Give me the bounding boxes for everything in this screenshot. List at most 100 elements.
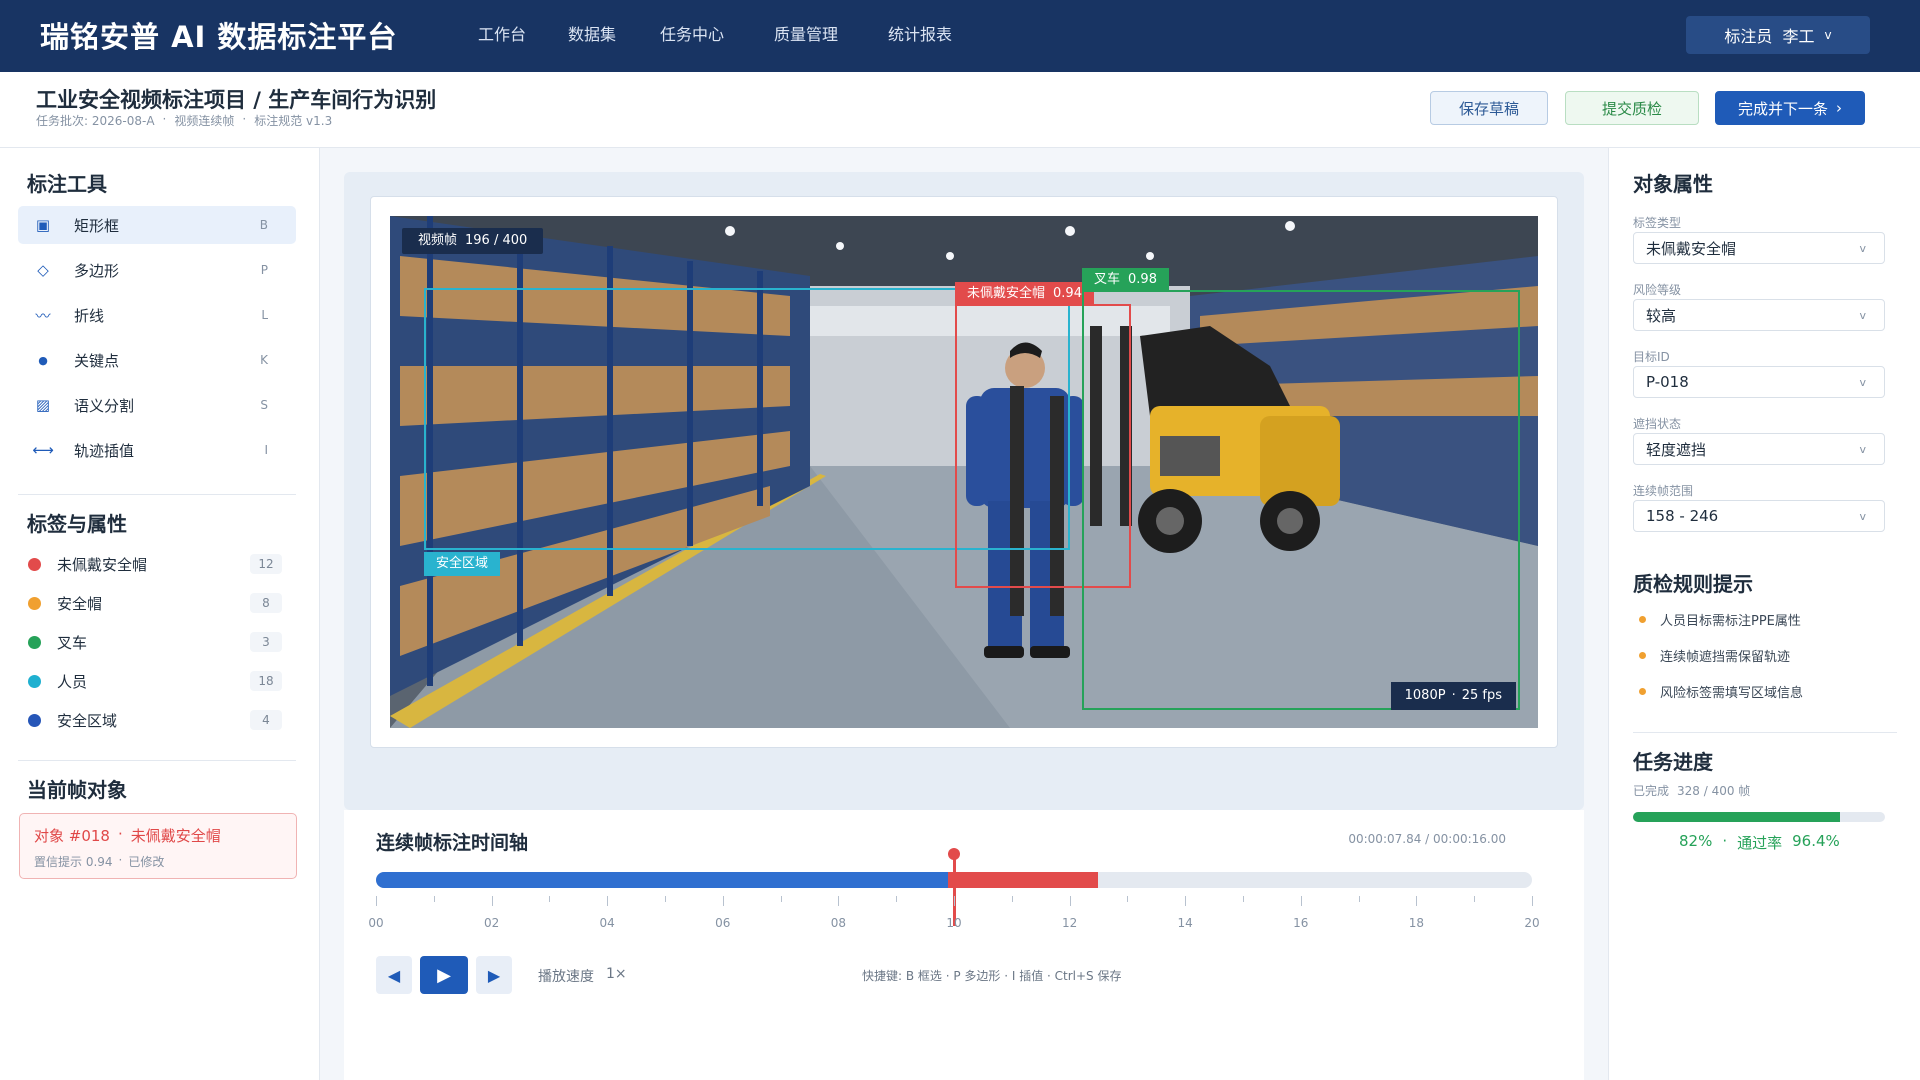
chevron-down-icon: v <box>1859 308 1866 322</box>
progress-bar <box>1633 812 1885 822</box>
timeline-minor-tick <box>1011 896 1013 902</box>
video-frame[interactable]: 安全区域 未佩戴安全帽 0.94 叉车 0.98 视频帧 196 / 400 1… <box>390 216 1538 728</box>
tool-interpolation[interactable]: ⟷ 轨迹插值 I <box>18 431 296 469</box>
select-value: 158 - 246 <box>1646 507 1719 525</box>
nav-item-quality[interactable]: 质量管理 <box>774 0 888 72</box>
timeline-tick-label: 14 <box>1177 916 1193 930</box>
object-id: 对象 #018 <box>34 827 110 845</box>
tool-keypoint[interactable]: ● 关键点 K <box>18 341 296 379</box>
bbox-forklift[interactable]: 叉车 0.98 <box>1082 268 1520 710</box>
user-name: 李工 <box>1782 27 1815 46</box>
timeline-minor-tick <box>665 896 666 902</box>
divider <box>18 494 296 495</box>
tool-shortcut: L <box>261 308 268 322</box>
nav-item-datasets[interactable]: 数据集 <box>568 0 660 72</box>
field-label-frame-range: 连续帧范围 <box>1633 484 1694 498</box>
complete-next-button[interactable]: 完成并下一条 › <box>1715 91 1865 125</box>
nav-item-task-center[interactable]: 任务中心 <box>660 0 774 72</box>
select-frame-range[interactable]: 158 - 246 v <box>1633 500 1885 532</box>
bbox-score: 0.94 <box>1053 286 1082 301</box>
nav-item-reports[interactable]: 统计报表 <box>888 0 988 72</box>
progress-subtitle: 已完成 328 / 400 帧 <box>1633 782 1750 799</box>
timeline-minor-tick <box>1243 896 1244 902</box>
play-button[interactable]: ▶ <box>420 956 468 994</box>
user-menu-button[interactable]: 标注员 李工 v <box>1686 16 1870 54</box>
rectangle-icon: ▣ <box>35 216 51 234</box>
playhead-handle[interactable] <box>948 848 960 860</box>
timeline-tick <box>1185 896 1187 906</box>
rule-item: 风险标签需填写区域信息 <box>1633 682 1803 701</box>
tag-no-helmet[interactable]: 未佩戴安全帽 12 <box>18 548 296 580</box>
field-label-tag-type: 标签类型 <box>1633 216 1682 230</box>
bbox-label: 安全区域 <box>424 552 501 576</box>
select-tag-type[interactable]: 未佩戴安全帽 v <box>1633 232 1885 264</box>
brand-logo: 瑞铭安普 AI 数据标注平台 <box>40 20 398 54</box>
nav-item-workbench[interactable]: 工作台 <box>478 0 568 72</box>
prev-frame-button[interactable]: ◀ <box>376 956 412 994</box>
submit-qc-button[interactable]: 提交质检 <box>1565 91 1699 125</box>
select-occlusion[interactable]: 轻度遮挡 v <box>1633 433 1885 465</box>
select-risk-level[interactable]: 较高 v <box>1633 299 1885 331</box>
progress-done-label: 已完成 <box>1633 784 1670 798</box>
select-value: 较高 <box>1646 306 1677 325</box>
tag-forklift[interactable]: 叉车 3 <box>18 626 296 658</box>
playback-speed[interactable]: 播放速度 1× <box>538 966 627 986</box>
tag-helmet[interactable]: 安全帽 8 <box>18 587 296 619</box>
select-target-id[interactable]: P-018 v <box>1633 366 1885 398</box>
timeline-tick <box>376 896 377 906</box>
tag-person[interactable]: 人员 18 <box>18 665 296 697</box>
timeline-tick <box>1532 896 1533 906</box>
meta-sep: · <box>162 112 167 126</box>
tool-label: 折线 <box>74 306 105 325</box>
tag-safety-zone[interactable]: 安全区域 4 <box>18 704 296 736</box>
left-panel: 标注工具 ▣ 矩形框 B ◇ 多边形 P 〰 折线 L ● 关键点 K ▨ 语义… <box>0 148 320 1080</box>
top-navbar: 瑞铭安普 AI 数据标注平台 工作台 数据集 任务中心 质量管理 统计报表 标注… <box>0 0 1920 72</box>
timeline-minor-tick <box>1358 896 1360 902</box>
pass-rate-label: 通过率 <box>1737 834 1783 852</box>
tool-shortcut: P <box>260 263 268 277</box>
object-sep: · <box>117 825 123 843</box>
next-icon: ▶ <box>487 965 501 985</box>
frame-label: 视频帧 <box>418 233 458 248</box>
tag-label: 叉车 <box>57 633 88 652</box>
tool-polygon[interactable]: ◇ 多边形 P <box>18 251 296 289</box>
tag-color-dot <box>28 635 41 649</box>
frame-value: 196 / 400 <box>465 233 528 248</box>
shortcut-hint: 快捷键: B 框选 · P 多边形 · I 插值 · Ctrl+S 保存 <box>862 969 1122 983</box>
bbox-score: 0.98 <box>1128 272 1157 287</box>
task-meta: 任务批次: 2026-08-A · 视频连续帧 · 标注规范 v1.3 <box>36 112 332 129</box>
object-confidence: 置信提示 0.94 <box>34 855 113 869</box>
tag-label: 未佩戴安全帽 <box>57 555 148 574</box>
save-draft-button[interactable]: 保存草稿 <box>1430 91 1548 125</box>
tool-shortcut: S <box>260 398 268 412</box>
tool-rectangle[interactable]: ▣ 矩形框 B <box>18 206 296 244</box>
field-label-occlusion: 遮挡状态 <box>1633 417 1682 431</box>
user-role: 标注员 <box>1724 27 1773 46</box>
fps: 25 fps <box>1461 688 1502 703</box>
tag-color-dot <box>28 713 41 727</box>
bbox-label-text: 未佩戴安全帽 <box>967 286 1046 301</box>
main-nav: 工作台 数据集 任务中心 质量管理 统计报表 <box>478 0 988 72</box>
object-card-meta: 置信提示 0.94 · 已修改 <box>34 853 164 870</box>
progress-percent: 82% <box>1679 832 1713 850</box>
resolution-badge: 1080P · 25 fps <box>1390 682 1516 710</box>
next-frame-button[interactable]: ▶ <box>476 956 512 994</box>
rules-title: 质检规则提示 <box>1633 572 1753 596</box>
object-card-018[interactable]: 对象 #018 · 未佩戴安全帽 置信提示 0.94 · 已修改 <box>19 813 297 879</box>
object-sep: · <box>118 853 123 867</box>
tool-polyline[interactable]: 〰 折线 L <box>18 296 296 334</box>
current-segment[interactable] <box>948 872 1099 888</box>
meta-batch: 任务批次: 2026-08-A <box>36 114 155 128</box>
progress-done-value: 328 / 400 帧 <box>1677 784 1751 798</box>
timeline-tick-label: 06 <box>715 916 731 930</box>
tool-segmentation[interactable]: ▨ 语义分割 S <box>18 386 296 424</box>
chevron-down-icon: v <box>1859 375 1866 389</box>
right-panel: 对象属性 标签类型 未佩戴安全帽 v 风险等级 较高 v 目标ID P-018 … <box>1608 148 1920 1080</box>
tag-label: 安全帽 <box>57 594 103 613</box>
speed-label: 播放速度 <box>538 969 594 985</box>
tag-count: 12 <box>250 554 282 574</box>
speed-value: 1× <box>606 966 627 982</box>
divider <box>18 760 296 761</box>
select-value: 轻度遮挡 <box>1646 440 1707 459</box>
meta-sep: · <box>242 112 247 126</box>
